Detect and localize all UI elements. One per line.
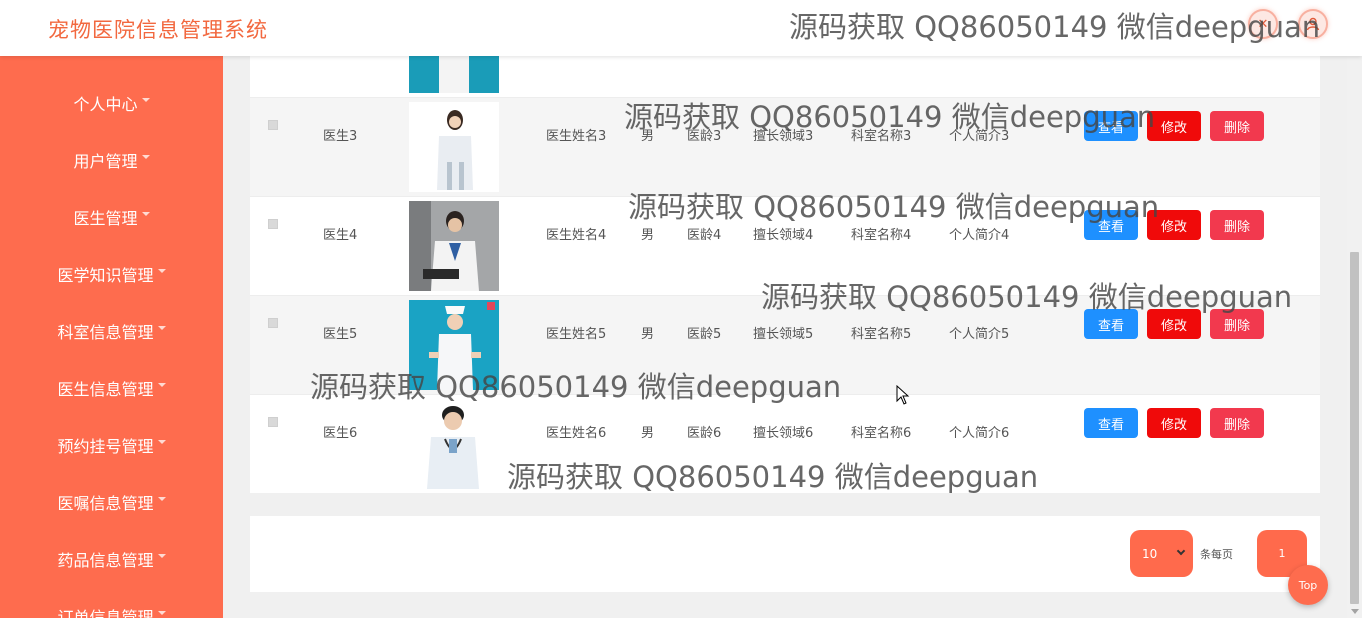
edit-button[interactable]: 修改 (1147, 309, 1201, 339)
delete-button[interactable]: 删除 (1210, 309, 1264, 339)
table-row (250, 56, 1320, 98)
back-to-top-button[interactable]: Top (1288, 565, 1328, 605)
doctor-photo (409, 56, 499, 93)
table-row: 医生3 医生姓名3 男 医龄3 擅长领域3 科室名称3 个人简介3 查看 修改 … (250, 98, 1320, 197)
chevron-down-icon (157, 611, 166, 615)
chevron-down-icon (141, 155, 150, 159)
user-icon[interactable] (1298, 9, 1328, 39)
pagination: 10 条每页 1 (250, 516, 1320, 592)
doctor-table: 医生3 医生姓名3 男 医龄3 擅长领域3 科室名称3 个人简介3 查看 修改 … (250, 56, 1320, 493)
sidebar-item-department-info[interactable]: 科室信息管理 (0, 316, 223, 346)
doctor-name: 医生姓名4 (546, 228, 607, 243)
sidebar-item-order-info[interactable]: 订单信息管理 (0, 601, 223, 618)
sidebar-item-user-management[interactable]: 用户管理 (0, 145, 223, 175)
doctor-years: 医龄6 (687, 426, 722, 441)
scroll-thumb[interactable] (1350, 252, 1359, 604)
doctor-department: 科室名称3 (851, 129, 912, 144)
row-checkbox[interactable] (268, 219, 278, 229)
doctor-specialty: 擅长领域5 (753, 327, 814, 342)
top-bar: 宠物医院信息管理系统 ✕ (0, 0, 1362, 56)
sidebar-item-doctor-info[interactable]: 医生信息管理 (0, 373, 223, 403)
view-button[interactable]: 查看 (1084, 210, 1138, 240)
row-checkbox[interactable] (268, 120, 278, 130)
sidebar: 个人中心 用户管理 医生管理 医学知识管理 科室信息管理 医生信息管理 预约挂号… (0, 56, 223, 618)
chevron-down-icon (157, 383, 166, 387)
view-button[interactable]: 查看 (1084, 408, 1138, 438)
doctor-account: 医生3 (323, 129, 358, 144)
chevron-down-icon (141, 212, 150, 216)
chevron-down-icon (157, 440, 166, 444)
sidebar-item-medical-knowledge[interactable]: 医学知识管理 (0, 259, 223, 289)
page-size-select[interactable]: 10 (1130, 530, 1193, 577)
doctor-years: 医龄4 (687, 228, 722, 243)
per-page-label: 条每页 (1200, 548, 1233, 561)
view-button[interactable]: 查看 (1084, 309, 1138, 339)
chevron-down-icon (157, 554, 166, 558)
scroll-down-arrow-icon[interactable] (1351, 609, 1359, 614)
doctor-department: 科室名称4 (851, 228, 912, 243)
row-checkbox[interactable] (268, 417, 278, 427)
sidebar-item-personal-center[interactable]: 个人中心 (0, 88, 223, 118)
app-title: 宠物医院信息管理系统 (48, 18, 268, 42)
doctor-gender: 男 (641, 228, 655, 243)
doctor-account: 医生6 (323, 426, 358, 441)
doctor-name: 医生姓名3 (546, 129, 607, 144)
doctor-intro: 个人简介6 (949, 426, 1010, 441)
doctor-department: 科室名称5 (851, 327, 912, 342)
delete-button[interactable]: 删除 (1210, 408, 1264, 438)
sidebar-item-medicine-info[interactable]: 药品信息管理 (0, 544, 223, 574)
doctor-name: 医生姓名5 (546, 327, 607, 342)
sidebar-item-doctor-management[interactable]: 医生管理 (0, 202, 223, 232)
edit-button[interactable]: 修改 (1147, 111, 1201, 141)
doctor-years: 医龄5 (687, 327, 722, 342)
doctor-intro: 个人简介5 (949, 327, 1010, 342)
sidebar-item-medical-orders[interactable]: 医嘱信息管理 (0, 487, 223, 517)
edit-button[interactable]: 修改 (1147, 210, 1201, 240)
doctor-specialty: 擅长领域3 (753, 129, 814, 144)
chevron-down-icon (1176, 546, 1186, 556)
doctor-photo (409, 102, 499, 192)
doctor-gender: 男 (641, 129, 655, 144)
doctor-intro: 个人简介3 (949, 129, 1010, 144)
chevron-down-icon (157, 269, 166, 273)
chevron-down-icon (157, 497, 166, 501)
mouse-cursor-icon (896, 385, 910, 405)
table-row: 医生4 医生姓名4 男 医龄4 擅长领域4 科室名称4 个人简介4 查看 修改 … (250, 197, 1320, 296)
table-row: 医生6 医生姓名6 男 医龄6 擅长领域6 科室名称6 个人简介6 查看 修改 … (250, 395, 1320, 493)
doctor-photo (409, 399, 499, 489)
doctor-department: 科室名称6 (851, 426, 912, 441)
delete-button[interactable]: 删除 (1210, 111, 1264, 141)
doctor-years: 医龄3 (687, 129, 722, 144)
chevron-down-icon (141, 98, 150, 102)
close-icon[interactable]: ✕ (1248, 9, 1278, 39)
doctor-gender: 男 (641, 327, 655, 342)
chevron-down-icon (157, 326, 166, 330)
row-checkbox[interactable] (268, 318, 278, 328)
view-button[interactable]: 查看 (1084, 111, 1138, 141)
doctor-specialty: 擅长领域4 (753, 228, 814, 243)
doctor-photo (409, 300, 499, 390)
doctor-specialty: 擅长领域6 (753, 426, 814, 441)
delete-button[interactable]: 删除 (1210, 210, 1264, 240)
doctor-gender: 男 (641, 426, 655, 441)
sidebar-item-appointment[interactable]: 预约挂号管理 (0, 430, 223, 460)
doctor-name: 医生姓名6 (546, 426, 607, 441)
doctor-account: 医生5 (323, 327, 358, 342)
edit-button[interactable]: 修改 (1147, 408, 1201, 438)
table-row: 医生5 医生姓名5 男 医龄5 擅长领域5 科室名称5 个人简介5 查看 修改 … (250, 296, 1320, 395)
doctor-intro: 个人简介4 (949, 228, 1010, 243)
doctor-photo (409, 201, 499, 291)
doctor-account: 医生4 (323, 228, 358, 243)
scrollbar[interactable] (1347, 0, 1362, 618)
